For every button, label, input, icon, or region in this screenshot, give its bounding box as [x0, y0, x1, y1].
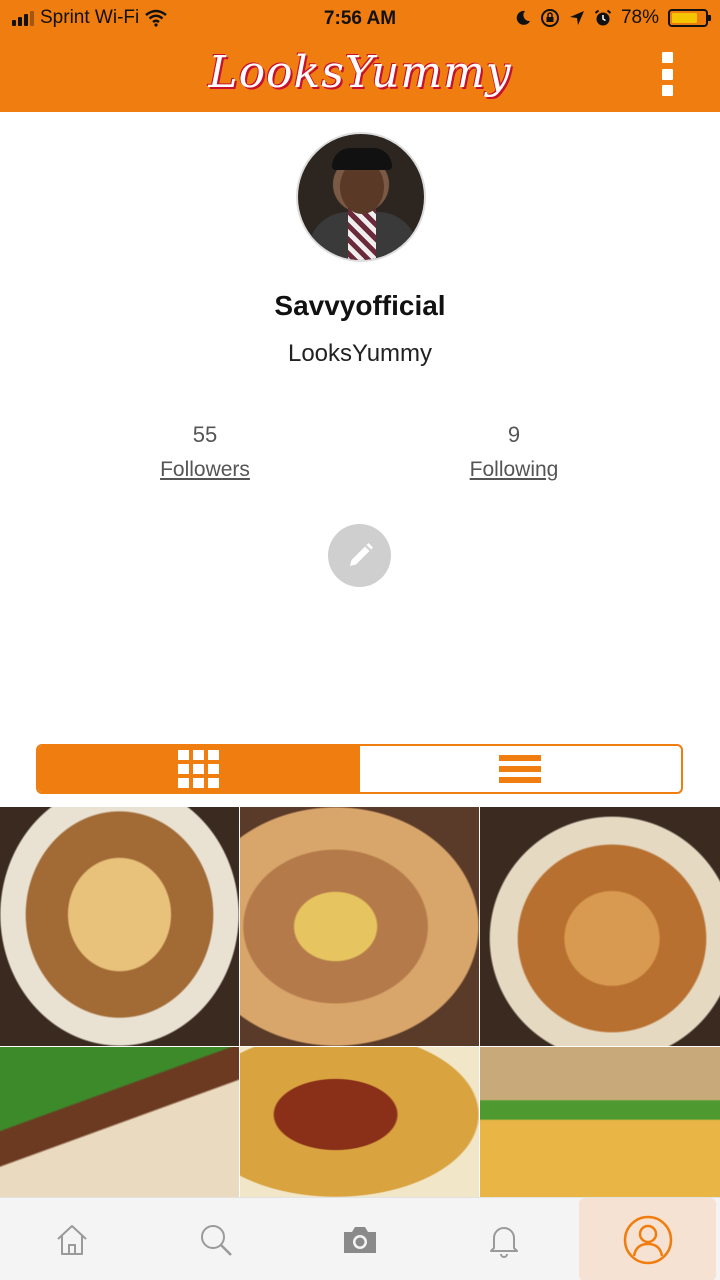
orientation-lock-icon: [540, 9, 559, 27]
following-link[interactable]: Following: [414, 458, 614, 482]
home-icon: [57, 1224, 87, 1255]
profile-display-name: LooksYummy: [287, 340, 433, 367]
search-icon: [201, 1224, 232, 1256]
list-view-tab[interactable]: [360, 746, 682, 792]
nav-home[interactable]: [0, 1198, 144, 1280]
battery-fill: [672, 13, 697, 23]
bell-icon: [490, 1226, 518, 1258]
status-right: 78%: [515, 7, 711, 29]
location-arrow-icon: [569, 11, 584, 25]
photo-tile[interactable]: [480, 807, 720, 1046]
photo-tile[interactable]: [240, 1047, 479, 1197]
pencil-icon: [349, 542, 373, 566]
photo-grid: [0, 807, 720, 1197]
followers-stat[interactable]: 55 Followers: [105, 422, 305, 482]
photo-tile[interactable]: [0, 1047, 239, 1197]
nav-notifications[interactable]: [432, 1198, 576, 1280]
camera-icon: [344, 1226, 376, 1253]
logo-text: LooksYummy: [208, 47, 512, 98]
following-stat[interactable]: 9 Following: [414, 422, 614, 482]
battery-icon: [668, 9, 711, 27]
grid-view-tab[interactable]: [38, 746, 360, 792]
followers-link[interactable]: Followers: [105, 458, 305, 482]
alarm-icon: [594, 9, 612, 26]
battery-percent: 78%: [620, 7, 659, 28]
nav-search[interactable]: [144, 1198, 288, 1280]
moon-icon: [516, 10, 530, 25]
photo-tile[interactable]: [480, 1047, 720, 1197]
app-header: Sprint Wi-Fi 7:56 AM 78% LooksYummy: [0, 0, 720, 112]
app-logo: LooksYummy: [0, 38, 720, 108]
nav-profile[interactable]: [579, 1198, 716, 1280]
edit-profile-button[interactable]: [328, 524, 391, 587]
list-view-icon: [499, 755, 542, 783]
profile-icon: [623, 1215, 672, 1264]
nav-camera[interactable]: [288, 1198, 432, 1280]
following-count: 9: [507, 422, 521, 447]
grid-view-icon: [178, 750, 220, 788]
profile-username: Savvyofficial: [274, 290, 446, 321]
photo-tile[interactable]: [240, 807, 479, 1046]
bottom-nav: [0, 1197, 720, 1280]
profile-screen: Sprint Wi-Fi 7:56 AM 78% LooksYummy Savv…: [0, 0, 720, 1280]
followers-count: 55: [192, 422, 218, 447]
kebab-menu-icon[interactable]: [660, 52, 674, 96]
avatar[interactable]: [296, 132, 426, 262]
photo-tile[interactable]: [0, 807, 239, 1046]
status-bar: Sprint Wi-Fi 7:56 AM 78%: [0, 0, 720, 40]
view-toggle: [36, 744, 683, 794]
